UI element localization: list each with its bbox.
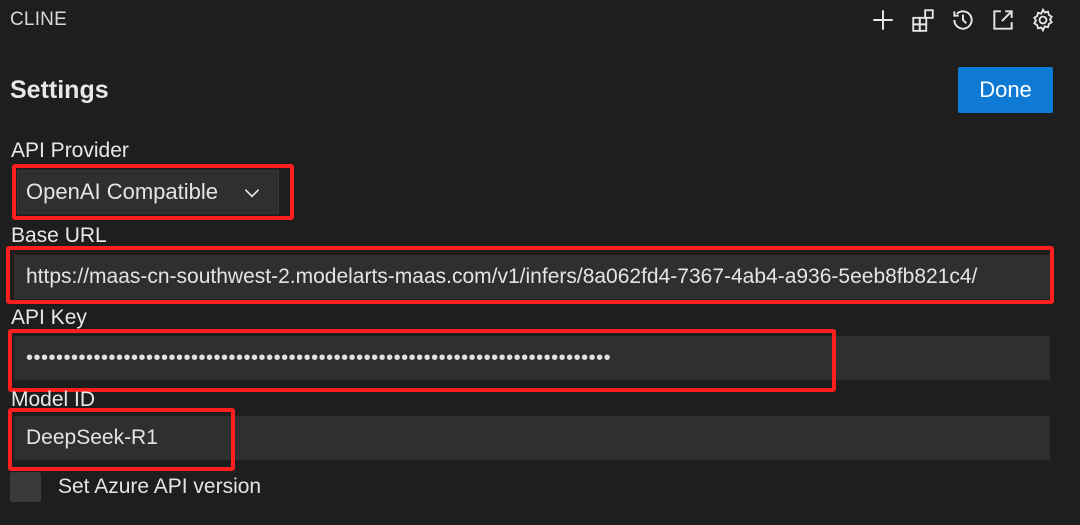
done-button[interactable]: Done	[958, 67, 1053, 113]
cline-settings-panel: CLINE Settings Done API Provider OpenAI …	[0, 0, 1080, 525]
extensions-icon[interactable]	[908, 5, 938, 35]
page-title: Settings	[10, 76, 109, 104]
base-url-input[interactable]: https://maas-cn-southwest-2.modelarts-ma…	[14, 255, 1050, 299]
plus-icon[interactable]	[868, 5, 898, 35]
model-id-input[interactable]: DeepSeek-R1	[14, 416, 1050, 460]
api-provider-value: OpenAI Compatible	[26, 179, 218, 204]
api-key-input[interactable]: ••••••••••••••••••••••••••••••••••••••••…	[14, 336, 1050, 380]
api-key-masked-value: ••••••••••••••••••••••••••••••••••••••••…	[26, 346, 612, 369]
panel-title: CLINE	[10, 9, 67, 30]
azure-api-version-checkbox[interactable]	[10, 472, 41, 502]
base-url-label: Base URL	[11, 224, 107, 247]
popout-icon[interactable]	[988, 5, 1018, 35]
base-url-value: https://maas-cn-southwest-2.modelarts-ma…	[26, 265, 978, 288]
model-id-value: DeepSeek-R1	[26, 426, 158, 449]
azure-api-version-label[interactable]: Set Azure API version	[58, 475, 261, 499]
chevron-down-icon	[244, 189, 260, 198]
gear-icon[interactable]	[1028, 5, 1058, 35]
history-icon[interactable]	[948, 5, 978, 35]
toolbar	[868, 5, 1058, 35]
api-provider-label: API Provider	[11, 139, 129, 162]
api-key-label: API Key	[11, 306, 87, 329]
api-provider-select[interactable]: OpenAI Compatible	[17, 170, 279, 214]
model-id-label: Model ID	[11, 388, 96, 411]
